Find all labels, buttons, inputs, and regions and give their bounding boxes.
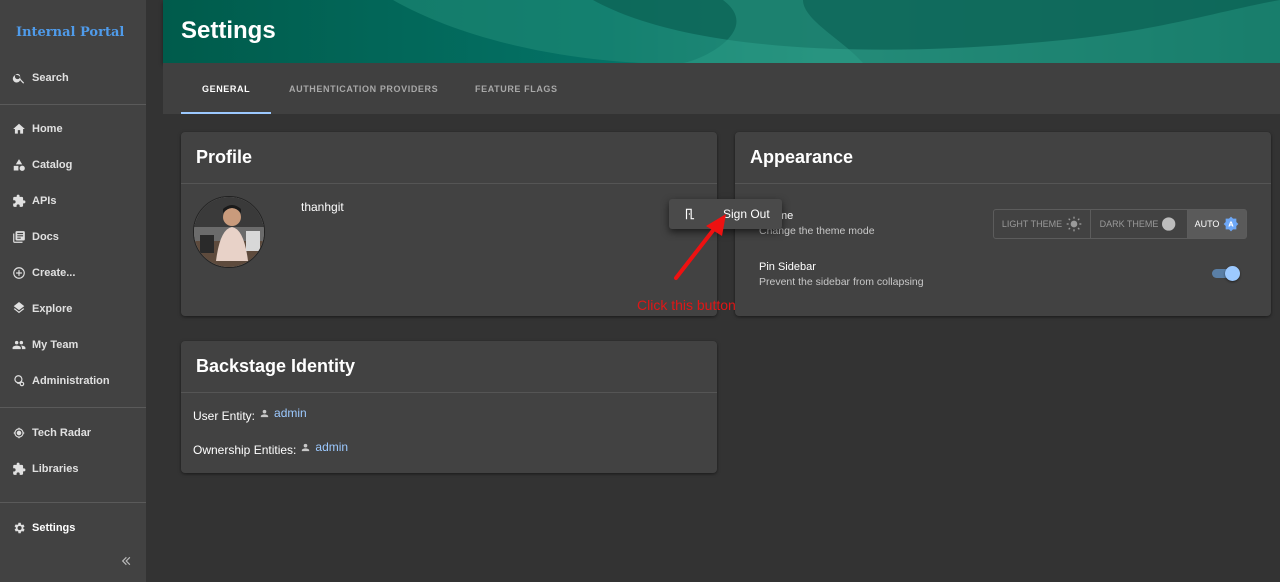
dark-theme-button[interactable]: DARK THEME [1091,210,1188,238]
identity-card: Backstage Identity User Entity: admin Ow… [181,341,717,473]
double-chevron-left-icon [121,556,131,566]
appearance-card: Appearance Theme Change the theme mode L… [735,132,1271,316]
ownership-entity-link[interactable]: admin [300,440,348,454]
theme-toggle-group: LIGHT THEME DARK THEME AUTO A [993,209,1247,239]
docs-icon [13,231,25,243]
light-theme-button[interactable]: LIGHT THEME [994,210,1091,238]
sidebar-item-label: Home [32,123,63,135]
sidebar-item-explore[interactable]: Explore [0,294,146,324]
pin-sidebar-toggle[interactable] [1212,266,1240,281]
sidebar: Internal Portal Search Home Catalog APIs… [0,0,146,582]
sidebar-item-label: Docs [32,231,59,243]
avatar-photo [194,197,264,267]
sidebar-item-settings[interactable]: Settings [0,513,146,543]
gear-icon [14,522,25,534]
pin-sidebar-description: Prevent the sidebar from collapsing [759,276,924,288]
app-logo[interactable]: Internal Portal [16,25,124,40]
radar-icon [13,427,25,439]
page-title: Settings [181,17,276,44]
active-tab-indicator [181,112,271,114]
auto-theme-label: AUTO [1194,219,1220,229]
sidebar-item-label: Libraries [32,463,79,475]
tab-bar: GENERAL AUTHENTICATION PROVIDERS FEATURE… [163,63,1280,114]
profile-card-title: Profile [196,147,253,167]
user-entity-link[interactable]: admin [259,406,307,420]
toggle-thumb [1225,266,1240,281]
sidebar-item-label: Settings [32,522,76,534]
tab-general[interactable]: GENERAL [202,63,250,114]
tab-feature-flags[interactable]: FEATURE FLAGS [475,63,558,114]
sidebar-item-create[interactable]: Create... [0,258,146,288]
person-icon [260,409,269,417]
person-icon [302,443,310,451]
sidebar-divider [0,502,146,503]
page-header: Settings [163,0,1280,63]
home-icon [13,123,25,134]
sidebar-item-administration[interactable]: Administration [0,366,146,396]
profile-card: Profile thanhgit [181,132,717,316]
tab-authentication-providers[interactable]: AUTHENTICATION PROVIDERS [289,63,438,114]
annotation-arrow [674,214,726,280]
svg-text:A: A [1229,221,1235,229]
card-divider [735,183,1271,184]
avatar [193,196,265,268]
sidebar-search[interactable]: Search [0,63,146,93]
sidebar-item-docs[interactable]: Docs [0,222,146,252]
card-divider [181,392,717,393]
sidebar-item-label: APIs [32,195,57,207]
user-entity-label: User Entity: [193,409,256,423]
light-theme-label: LIGHT THEME [1001,219,1063,229]
sidebar-divider [0,407,146,408]
sidebar-search-label: Search [32,72,69,84]
moon-icon [1162,217,1176,231]
plus-circle-icon [13,267,25,279]
auto-theme-button[interactable]: AUTO A [1188,210,1246,238]
ownership-entity-value: admin [315,440,349,454]
user-entity-value: admin [274,406,307,420]
puzzle-icon [13,194,26,207]
sidebar-item-label: Catalog [32,159,73,171]
dark-theme-label: DARK THEME [1099,219,1159,229]
sidebar-item-label: My Team [32,339,79,351]
card-divider [181,183,717,184]
admin-icon [14,375,25,387]
sidebar-item-tech-radar[interactable]: Tech Radar [0,418,146,448]
sidebar-item-label: Administration [32,375,110,387]
sidebar-item-label: Create... [32,267,76,279]
ownership-entities-label: Ownership Entities: [193,443,297,457]
sidebar-item-apis[interactable]: APIs [0,186,146,216]
search-icon [12,73,25,84]
user-entity-row: User Entity: admin [193,406,307,423]
annotation-text: Click this button [637,297,736,313]
profile-username: thanhgit [301,200,344,214]
sidebar-item-home[interactable]: Home [0,114,146,144]
pin-sidebar-label: Pin Sidebar [759,261,816,273]
sun-icon [1066,216,1082,232]
appearance-card-title: Appearance [750,147,854,167]
sidebar-item-catalog[interactable]: Catalog [0,150,146,180]
sidebar-item-my-team[interactable]: My Team [0,330,146,360]
collapse-sidebar-button[interactable] [120,554,138,572]
ownership-entities-row: Ownership Entities: admin [193,440,348,457]
team-icon [12,340,26,350]
layers-icon [13,302,25,314]
sidebar-divider [0,104,146,105]
identity-card-title: Backstage Identity [196,356,356,376]
sidebar-item-libraries[interactable]: Libraries [0,454,146,484]
catalog-icon [13,159,25,171]
sidebar-item-label: Tech Radar [32,427,92,439]
auto-brightness-icon: A [1224,216,1239,232]
sidebar-item-label: Explore [32,303,73,315]
header-wave-background [393,0,1280,63]
puzzle-icon [13,462,26,475]
